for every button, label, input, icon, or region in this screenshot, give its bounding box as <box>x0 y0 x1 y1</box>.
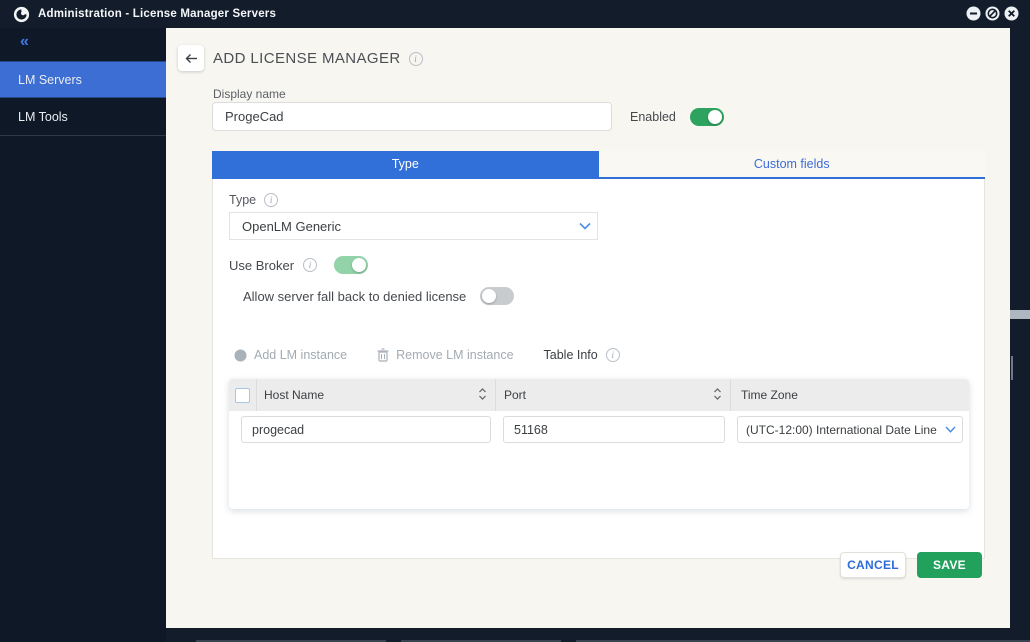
sidebar-item-lm-servers[interactable]: LM Servers <box>0 61 166 98</box>
time-zone-value: (UTC-12:00) International Date Line W <box>738 423 938 437</box>
restore-disabled-icon[interactable] <box>985 6 1000 21</box>
use-broker-label: Use Broker <box>229 258 294 273</box>
chevron-down-icon <box>938 426 962 433</box>
select-all-checkbox[interactable] <box>235 388 250 403</box>
main-content: ADD LICENSE MANAGER i Display name Enabl… <box>166 28 1010 628</box>
type-label: Type <box>229 193 256 207</box>
use-broker-info-icon[interactable]: i <box>303 258 317 272</box>
window-titlebar: Administration - License Manager Servers <box>0 0 1030 28</box>
sidebar: « LM Servers LM Tools <box>0 28 166 642</box>
cancel-button[interactable]: CANCEL <box>840 552 906 578</box>
type-tab-panel: Type i OpenLM Generic Use Broker i Allow… <box>212 179 985 559</box>
background-scrollbar-fragment <box>1010 310 1030 319</box>
background-scrollbar-fragment <box>1011 356 1013 380</box>
trash-icon <box>377 348 389 362</box>
fallback-toggle[interactable] <box>480 287 514 305</box>
sidebar-collapse-icon[interactable]: « <box>20 33 28 51</box>
sidebar-item-lm-tools[interactable]: LM Tools <box>0 99 166 136</box>
type-select[interactable]: OpenLM Generic <box>229 212 598 240</box>
sort-icon[interactable] <box>713 387 722 404</box>
app-logo-icon <box>13 6 30 23</box>
add-lm-instance-button[interactable]: Add LM instance <box>234 348 347 362</box>
back-arrow-icon <box>185 53 198 64</box>
table-row: (UTC-12:00) International Date Line W <box>229 411 969 445</box>
display-name-label: Display name <box>213 87 286 101</box>
enabled-toggle[interactable] <box>690 108 724 126</box>
add-circle-icon <box>234 349 247 362</box>
window-right-edge <box>1010 28 1030 642</box>
use-broker-toggle[interactable] <box>334 256 368 274</box>
window-title: Administration - License Manager Servers <box>38 8 276 20</box>
column-header-time-zone[interactable]: Time Zone <box>731 379 969 411</box>
port-input[interactable] <box>503 416 725 443</box>
lm-instances-table: Host Name Port <box>229 379 969 509</box>
sort-icon[interactable] <box>478 387 487 404</box>
page-title: ADD LICENSE MANAGER <box>213 50 401 67</box>
table-info-button[interactable]: Table Info i <box>544 348 620 362</box>
chevron-down-icon <box>573 222 597 230</box>
close-icon[interactable] <box>1004 6 1019 21</box>
sidebar-item-label: LM Tools <box>18 110 68 124</box>
column-header-port[interactable]: Port <box>496 379 731 411</box>
time-zone-select[interactable]: (UTC-12:00) International Date Line W <box>737 416 963 443</box>
save-button[interactable]: SAVE <box>917 552 982 578</box>
display-name-input[interactable] <box>212 102 612 131</box>
window-bottom-edge <box>166 628 1010 642</box>
table-toolbar: Add LM instance Remove LM instance Table… <box>234 348 620 362</box>
sidebar-item-label: LM Servers <box>18 73 82 87</box>
back-button[interactable] <box>178 45 204 71</box>
host-name-input[interactable] <box>241 416 491 443</box>
page-title-info-icon[interactable]: i <box>409 52 423 66</box>
tab-type[interactable]: Type <box>212 151 599 177</box>
remove-lm-instance-button[interactable]: Remove LM instance <box>377 348 513 362</box>
column-header-host-name[interactable]: Host Name <box>257 379 496 411</box>
fallback-label: Allow server fall back to denied license <box>243 289 466 304</box>
type-select-value: OpenLM Generic <box>230 219 573 234</box>
enabled-label: Enabled <box>630 110 676 124</box>
type-info-icon[interactable]: i <box>264 193 278 207</box>
tab-bar: Type Custom fields <box>212 151 985 179</box>
tab-custom-fields[interactable]: Custom fields <box>599 151 986 177</box>
minimize-icon[interactable] <box>966 6 981 21</box>
table-header-row: Host Name Port <box>229 379 969 411</box>
table-info-icon: i <box>606 348 620 362</box>
